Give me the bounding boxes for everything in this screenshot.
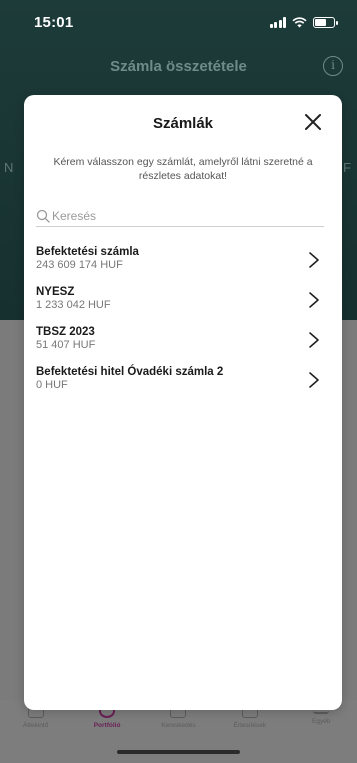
background-edge-text-right: F (343, 160, 351, 175)
account-amount: 1 233 042 HUF (36, 299, 111, 311)
status-time: 15:01 (34, 13, 74, 31)
account-item[interactable]: NYESZ 1 233 042 HUF (36, 283, 324, 323)
account-name: Befektetési számla (36, 246, 139, 258)
account-item[interactable]: Befektetési hitel Óvadéki számla 2 0 HUF (36, 363, 324, 403)
accounts-modal: Számlák Kérem válasszon egy számlát, ame… (24, 95, 342, 710)
account-list: Befektetési számla 243 609 174 HUF NYESZ… (36, 243, 324, 403)
account-amount: 0 HUF (36, 379, 68, 391)
search-field[interactable] (36, 205, 324, 227)
modal-description: Kérem válasszon egy számlát, amelyről lá… (53, 156, 313, 182)
close-icon (305, 114, 321, 130)
account-item[interactable]: Befektetési számla 243 609 174 HUF (36, 243, 324, 283)
tab-overview[interactable]: Áttekintő (6, 704, 66, 763)
tab-label: Áttekintő (23, 722, 49, 729)
tab-trading[interactable]: Kereskedés (148, 704, 208, 763)
background-edge-text-left: N (4, 160, 14, 175)
battery-icon (313, 16, 338, 28)
account-name: NYESZ (36, 286, 75, 298)
wifi-icon (292, 16, 307, 27)
tab-label: Értesítések (233, 722, 267, 729)
chevron-right-icon (308, 331, 320, 349)
tab-notifications[interactable]: Értesítések (220, 704, 280, 763)
close-button[interactable] (302, 111, 324, 133)
account-amount: 51 407 HUF (36, 339, 96, 351)
modal-title: Számlák (152, 115, 214, 132)
home-indicator[interactable] (117, 750, 240, 754)
tab-label: Kereskedés (161, 722, 196, 729)
account-name: Befektetési hitel Óvadéki számla 2 (36, 366, 224, 378)
chevron-right-icon (308, 371, 320, 389)
search-icon (36, 209, 50, 223)
tab-other[interactable]: Egyéb (291, 704, 351, 763)
signal-icon (269, 16, 286, 28)
account-item[interactable]: TBSZ 2023 51 407 HUF (36, 323, 324, 363)
status-icons (269, 16, 338, 28)
account-amount: 243 609 174 HUF (36, 259, 123, 271)
tab-label: Portfólió (93, 722, 121, 729)
search-input[interactable] (52, 208, 302, 223)
account-name: TBSZ 2023 (36, 326, 95, 338)
page-title: Számla összetétele (110, 58, 247, 75)
chevron-right-icon (308, 251, 320, 269)
chevron-right-icon (308, 291, 320, 309)
status-bar: 15:01 (0, 0, 357, 44)
tab-portfolio[interactable]: Portfólió (77, 704, 137, 763)
tab-label: Egyéb (312, 718, 331, 725)
info-icon[interactable]: i (323, 56, 343, 76)
